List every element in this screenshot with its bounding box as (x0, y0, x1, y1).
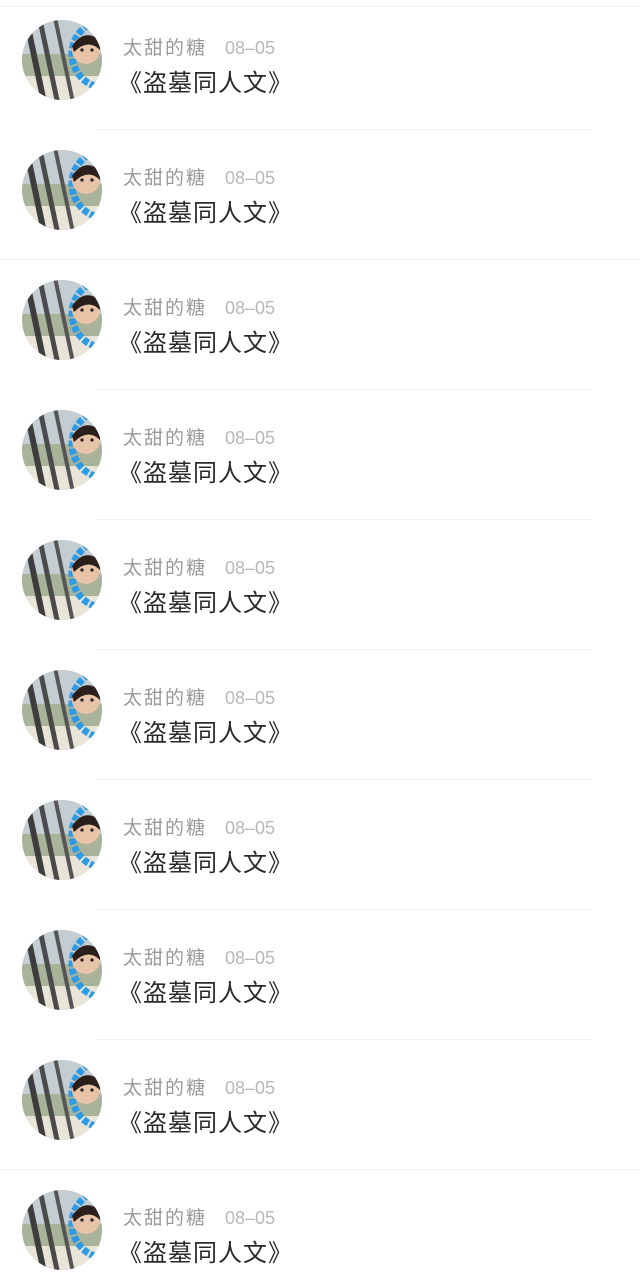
comment-date: 08–05 (225, 558, 276, 578)
username[interactable]: 太甜的糖 (123, 163, 207, 190)
comment-text: 《盗墓同人文》 (118, 589, 293, 617)
avatar[interactable] (22, 1060, 102, 1140)
user-avatar-photo (22, 150, 102, 230)
avatar[interactable] (22, 540, 102, 620)
item-meta: 太甜的糖 08–05 (123, 33, 275, 59)
comment-date: 08–05 (225, 1078, 276, 1098)
username[interactable]: 太甜的糖 (123, 1203, 207, 1230)
comment-date: 08–05 (225, 298, 276, 318)
comment-text: 《盗墓同人文》 (118, 329, 293, 357)
list-item[interactable]: 太甜的糖 08–05 《盗墓同人文》 (0, 0, 640, 130)
comment-date: 08–05 (225, 948, 276, 968)
item-meta: 太甜的糖 08–05 (123, 553, 275, 579)
list-item[interactable]: 太甜的糖 08–05 《盗墓同人文》 (0, 390, 640, 520)
avatar[interactable] (22, 280, 102, 360)
list-item[interactable]: 太甜的糖 08–05 《盗墓同人文》 (0, 780, 640, 910)
user-avatar-photo (22, 280, 102, 360)
item-meta: 太甜的糖 08–05 (123, 1203, 275, 1229)
avatar[interactable] (22, 150, 102, 230)
comment-date: 08–05 (225, 428, 276, 448)
username[interactable]: 太甜的糖 (123, 813, 207, 840)
comment-date: 08–05 (225, 168, 276, 188)
list-item[interactable]: 太甜的糖 08–05 《盗墓同人文》 (0, 910, 640, 1040)
item-meta: 太甜的糖 08–05 (123, 293, 275, 319)
username[interactable]: 太甜的糖 (123, 1073, 207, 1100)
username[interactable]: 太甜的糖 (123, 33, 207, 60)
user-avatar-photo (22, 540, 102, 620)
item-meta: 太甜的糖 08–05 (123, 683, 275, 709)
user-avatar-photo (22, 410, 102, 490)
username[interactable]: 太甜的糖 (123, 293, 207, 320)
avatar[interactable] (22, 1190, 102, 1270)
comment-text: 《盗墓同人文》 (118, 1239, 293, 1267)
avatar[interactable] (22, 800, 102, 880)
list-item[interactable]: 太甜的糖 08–05 《盗墓同人文》 (0, 260, 640, 390)
avatar[interactable] (22, 930, 102, 1010)
comment-text: 《盗墓同人文》 (118, 979, 293, 1007)
comment-text: 《盗墓同人文》 (118, 719, 293, 747)
comment-text: 《盗墓同人文》 (118, 849, 293, 877)
list-item[interactable]: 太甜的糖 08–05 《盗墓同人文》 (0, 650, 640, 780)
comment-date: 08–05 (225, 688, 276, 708)
comment-text: 《盗墓同人文》 (118, 199, 293, 227)
user-avatar-photo (22, 1060, 102, 1140)
avatar[interactable] (22, 670, 102, 750)
user-avatar-photo (22, 930, 102, 1010)
list-item[interactable]: 太甜的糖 08–05 《盗墓同人文》 (0, 1170, 640, 1272)
user-avatar-photo (22, 20, 102, 100)
comment-text: 《盗墓同人文》 (118, 459, 293, 487)
username[interactable]: 太甜的糖 (123, 423, 207, 450)
item-meta: 太甜的糖 08–05 (123, 1073, 275, 1099)
item-meta: 太甜的糖 08–05 (123, 813, 275, 839)
list-item[interactable]: 太甜的糖 08–05 《盗墓同人文》 (0, 1040, 640, 1170)
user-avatar-photo (22, 1190, 102, 1270)
user-avatar-photo (22, 670, 102, 750)
comment-date: 08–05 (225, 38, 276, 58)
comment-list: 太甜的糖 08–05 《盗墓同人文》 太甜的糖 08–05 《盗墓同人文》 太甜… (0, 0, 640, 1272)
username[interactable]: 太甜的糖 (123, 553, 207, 580)
comment-text: 《盗墓同人文》 (118, 1109, 293, 1137)
item-meta: 太甜的糖 08–05 (123, 943, 275, 969)
avatar[interactable] (22, 410, 102, 490)
username[interactable]: 太甜的糖 (123, 943, 207, 970)
comment-text: 《盗墓同人文》 (118, 69, 293, 97)
item-meta: 太甜的糖 08–05 (123, 423, 275, 449)
avatar[interactable] (22, 20, 102, 100)
username[interactable]: 太甜的糖 (123, 683, 207, 710)
item-meta: 太甜的糖 08–05 (123, 163, 275, 189)
comment-date: 08–05 (225, 818, 276, 838)
list-item[interactable]: 太甜的糖 08–05 《盗墓同人文》 (0, 520, 640, 650)
list-item[interactable]: 太甜的糖 08–05 《盗墓同人文》 (0, 130, 640, 260)
comment-date: 08–05 (225, 1208, 276, 1228)
user-avatar-photo (22, 800, 102, 880)
